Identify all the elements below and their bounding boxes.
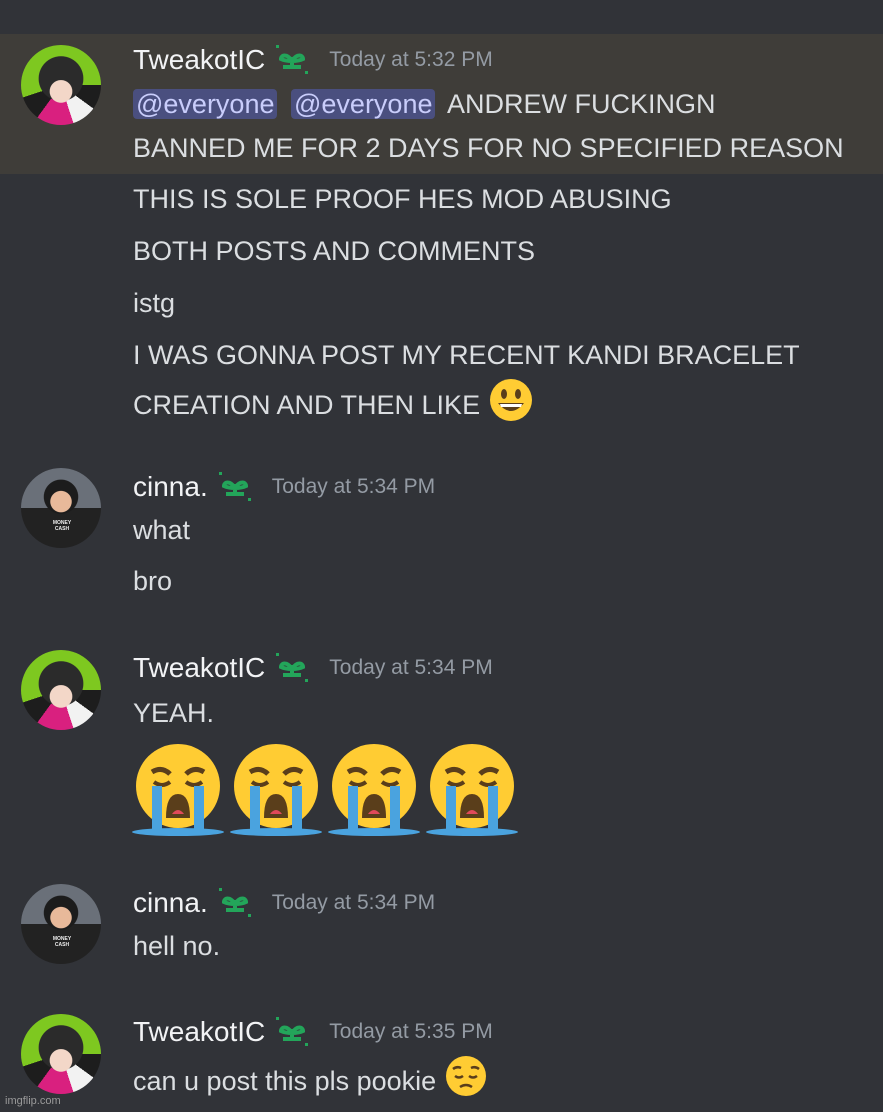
grinning-face-icon xyxy=(488,377,534,437)
loudly-crying-face-icon xyxy=(426,744,518,836)
avatar[interactable]: MONEY CASH xyxy=(21,468,101,548)
watermark: imgflip.com xyxy=(5,1095,61,1107)
message-text-line: YEAH. xyxy=(133,698,215,728)
timestamp[interactable]: Today at 5:34 PM xyxy=(329,656,492,680)
username[interactable]: TweakotIC xyxy=(133,1016,265,1048)
timestamp[interactable]: Today at 5:35 PM xyxy=(329,1020,492,1044)
loudly-crying-face-icon xyxy=(132,744,224,836)
username[interactable]: cinna. xyxy=(133,471,208,503)
username[interactable]: TweakotIC xyxy=(133,44,265,76)
timestamp[interactable]: Today at 5:34 PM xyxy=(272,891,435,915)
message-text-line: BOTH POSTS AND COMMENTS xyxy=(133,236,536,266)
everyone-mention[interactable]: @everyone xyxy=(133,89,278,119)
message-text-line: BANNED ME FOR 2 DAYS FOR NO SPECIFIED RE… xyxy=(133,133,844,163)
sprout-badge-icon[interactable] xyxy=(273,43,311,77)
everyone-mention[interactable]: @everyone xyxy=(291,89,436,119)
message-text-line: CREATION AND THEN LIKE xyxy=(133,390,481,421)
timestamp[interactable]: Today at 5:32 PM xyxy=(329,48,492,72)
message-header: TweakotIC Today at 5:35 PM xyxy=(133,1014,493,1050)
sprout-badge-icon[interactable] xyxy=(273,1015,311,1049)
message-header: cinna. Today at 5:34 PM xyxy=(133,469,435,505)
sprout-badge-icon[interactable] xyxy=(216,470,254,504)
message-text: CREATION AND THEN LIKE xyxy=(133,377,534,437)
avatar[interactable] xyxy=(21,1014,101,1094)
avatar[interactable]: MONEY CASH xyxy=(21,884,101,964)
message-text-line: bro xyxy=(133,566,173,596)
sprout-badge-icon[interactable] xyxy=(273,651,311,685)
message-text-line: ANDREW FUCKINGN xyxy=(447,89,716,119)
big-emoji-row xyxy=(130,742,520,838)
loudly-crying-face-icon xyxy=(328,744,420,836)
message-text-line: can u post this pls pookie xyxy=(133,1066,437,1097)
pensive-face-icon xyxy=(444,1054,488,1112)
message-header: cinna. Today at 5:34 PM xyxy=(133,885,435,921)
timestamp[interactable]: Today at 5:34 PM xyxy=(272,475,435,499)
message-text: @everyone @everyone ANDREW FUCKINGN xyxy=(133,82,716,127)
avatar[interactable] xyxy=(21,45,101,125)
loudly-crying-face-icon xyxy=(230,744,322,836)
message-header: TweakotIC Today at 5:32 PM xyxy=(133,42,493,78)
username[interactable]: cinna. xyxy=(133,887,208,919)
message-header: TweakotIC Today at 5:34 PM xyxy=(133,650,493,686)
message-text-line: I WAS GONNA POST MY RECENT KANDI BRACELE… xyxy=(133,340,800,370)
message-text: can u post this pls pookie xyxy=(133,1054,488,1112)
message-text-line: THIS IS SOLE PROOF HES MOD ABUSING xyxy=(133,184,672,214)
username[interactable]: TweakotIC xyxy=(133,652,265,684)
sprout-badge-icon[interactable] xyxy=(216,886,254,920)
avatar-shirt-text: MONEY CASH xyxy=(52,936,72,948)
message-text-line: hell no. xyxy=(133,931,221,961)
message-text-line: istg xyxy=(133,288,176,318)
message-text-line: what xyxy=(133,515,191,545)
avatar[interactable] xyxy=(21,650,101,730)
avatar-shirt-text: MONEY CASH xyxy=(52,520,72,532)
